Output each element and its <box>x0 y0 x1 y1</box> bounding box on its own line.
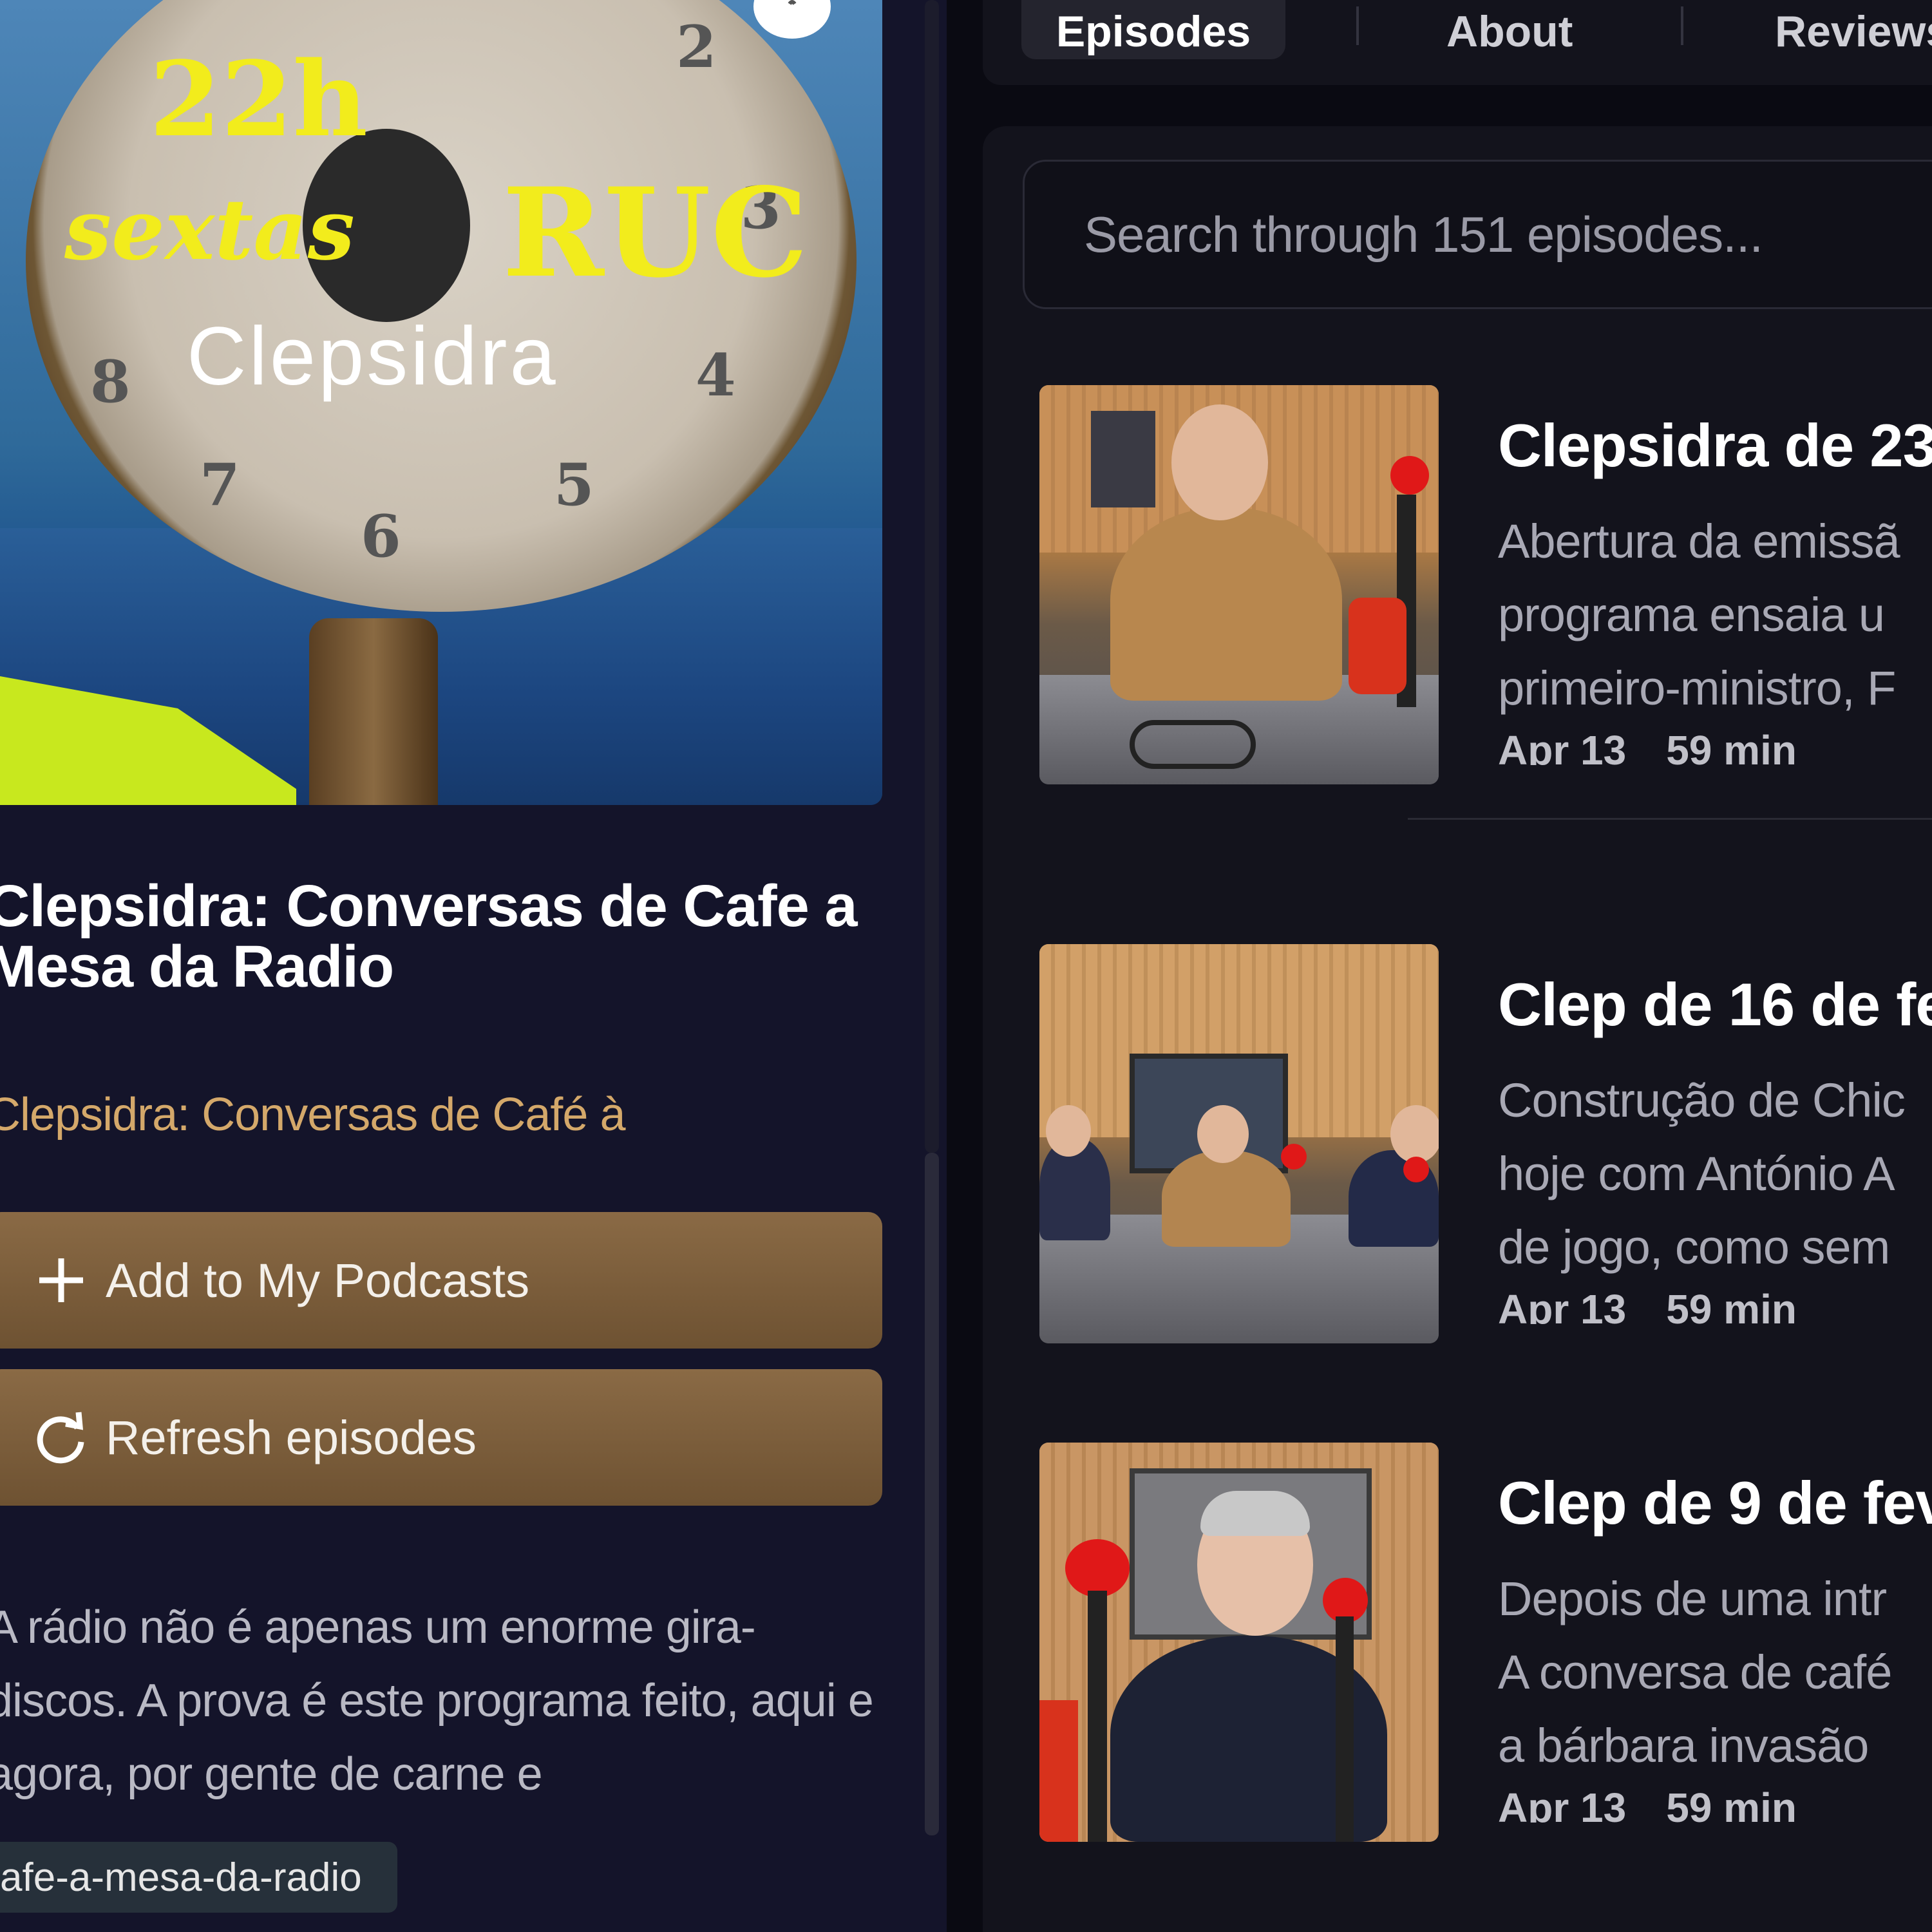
cover-dial-numeral: 5 <box>554 451 594 519</box>
url-tooltip: afe-a-mesa-da-radio <box>0 1842 397 1913</box>
sidebar-scrollbar-thumb[interactable] <box>925 1153 939 1835</box>
tab-about[interactable]: About <box>1446 0 1573 59</box>
cover-title-text: Clepsidra <box>187 310 558 402</box>
cover-dial-numeral: 4 <box>696 341 736 410</box>
episode-meta: Apr 13 59 min <box>1498 1285 1797 1324</box>
episode-date: Apr 13 <box>1498 1785 1627 1823</box>
tab-divider <box>1681 6 1683 45</box>
episode-summary: Depois de uma intr A conversa de café a … <box>1498 1572 1892 1772</box>
refresh-episodes-button[interactable]: Refresh episodes <box>0 1369 882 1506</box>
episode-title[interactable]: Clepsidra de 23 <box>1498 411 1932 480</box>
podcast-logo-icon <box>753 0 831 39</box>
refresh-button-label: Refresh episodes <box>106 1410 477 1464</box>
podcast-author-link[interactable]: Clepsidra: Conversas de Café à <box>0 1088 626 1141</box>
episode-title[interactable]: Clep de 16 de fev <box>1498 970 1932 1039</box>
episode-summary: Construção de Chic hoje com António A de… <box>1498 1074 1906 1274</box>
cover-time-text: 22h <box>149 39 368 160</box>
plus-icon <box>26 1255 97 1306</box>
episode-thumbnail[interactable] <box>1039 385 1439 784</box>
tab-divider <box>1356 6 1359 45</box>
cover-station-text: RUC <box>502 161 808 305</box>
sidebar-scrollbar-track <box>925 0 939 1153</box>
episode-duration: 59 min <box>1666 727 1797 765</box>
podcast-title: Clepsidra: Conversas de Cafe a Mesa da R… <box>0 873 858 999</box>
add-to-my-podcasts-button[interactable]: Add to My Podcasts <box>0 1212 882 1349</box>
search-episodes-input[interactable]: Search through 151 episodes... <box>1023 160 1932 309</box>
episode-duration: 59 min <box>1666 1286 1797 1324</box>
search-placeholder: Search through 151 episodes... <box>1084 205 1763 263</box>
episodes-panel: Search through 151 episodes... Clepsidra… <box>983 126 1932 1932</box>
refresh-icon <box>26 1408 97 1466</box>
episode-thumbnail[interactable] <box>1039 1443 1439 1842</box>
episode-date: Apr 13 <box>1498 727 1627 765</box>
podcast-cover-art: 2 3 4 5 6 7 8 22h sextas RUC Clepsidra <box>0 0 882 805</box>
episode-title[interactable]: Clep de 9 de fev <box>1498 1468 1932 1538</box>
episode-separator <box>1408 818 1932 820</box>
episode-meta: Apr 13 59 min <box>1498 726 1797 765</box>
cover-dial-numeral: 7 <box>200 451 240 519</box>
episode-summary: Abertura da emissã programa ensaia u pri… <box>1498 515 1900 715</box>
cover-day-text: sextas <box>64 180 355 279</box>
tab-reviews[interactable]: Reviews <box>1775 0 1932 59</box>
add-button-label: Add to My Podcasts <box>106 1253 530 1307</box>
podcast-sidebar: 2 3 4 5 6 7 8 22h sextas RUC Clepsidra C… <box>0 0 947 1932</box>
cover-dial-numeral: 6 <box>361 502 401 571</box>
tab-bar: Episodes About Reviews <box>983 0 1932 85</box>
episode-date: Apr 13 <box>1498 1286 1627 1324</box>
episode-thumbnail[interactable] <box>1039 944 1439 1343</box>
episode-item[interactable]: Clep de 16 de fev Construção de Chic hoj… <box>1039 944 1932 1343</box>
cover-clock-stem <box>309 618 438 805</box>
tab-episodes[interactable]: Episodes <box>1021 0 1285 59</box>
podcast-description: A rádio não é apenas um enorme gira-disc… <box>0 1602 874 1800</box>
cover-dial-numeral: 2 <box>676 13 717 81</box>
episode-item[interactable]: Clepsidra de 23 Abertura da emissã progr… <box>1039 385 1932 784</box>
episode-item[interactable]: Clep de 9 de fev Depois de uma intr A co… <box>1039 1443 1932 1842</box>
cover-dial-numeral: 8 <box>90 348 131 416</box>
episode-meta: Apr 13 59 min <box>1498 1784 1797 1823</box>
episode-duration: 59 min <box>1666 1785 1797 1823</box>
